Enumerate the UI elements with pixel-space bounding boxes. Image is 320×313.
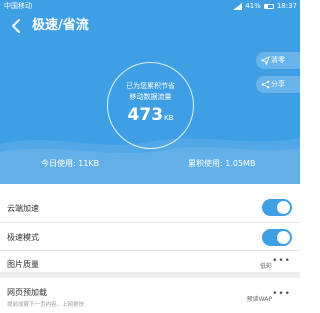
back-arrow-icon[interactable] <box>7 16 27 36</box>
share-icon <box>261 80 270 89</box>
send-icon <box>261 56 270 65</box>
clock: 18:37 <box>276 2 297 10</box>
signal-icon <box>233 2 243 10</box>
clear-button-label: 清零 <box>271 56 285 64</box>
saved-amount-unit: KB <box>164 114 174 122</box>
battery-percent: 41% <box>245 2 261 10</box>
speed-mode-toggle[interactable] <box>262 229 292 246</box>
battery-icon <box>263 3 274 9</box>
saved-caption-1: 已为您累积节省 <box>126 82 175 90</box>
title-bar: 极速/省流 <box>0 12 300 40</box>
preload-label: 网页预加载 <box>7 288 47 297</box>
total-usage: 累积使用: 1.05MB <box>188 159 256 168</box>
status-bar: 中国移动 41% 18:37 <box>0 0 300 12</box>
savings-panel: 已为您累积节省 移动数据流量 473KB 清零 分享 今日使用: 11KB 累积… <box>0 40 300 184</box>
toggle-knob <box>277 231 290 244</box>
clear-button[interactable]: 清零 <box>256 52 300 69</box>
cloud-accel-toggle[interactable] <box>262 199 292 216</box>
saved-amount: 473KB <box>108 105 193 125</box>
saved-caption-2: 移动数据流量 <box>129 93 172 101</box>
share-button[interactable]: 分享 <box>256 76 300 93</box>
page-title: 极速/省流 <box>32 18 89 33</box>
saved-amount-number: 473 <box>127 105 164 125</box>
speed-mode-row[interactable]: 极速模式 <box>0 223 300 251</box>
preload-value: 预读WAP <box>246 296 272 303</box>
share-button-label: 分享 <box>271 80 285 88</box>
cloud-accel-row[interactable]: 云端加速 <box>0 192 300 223</box>
cloud-accel-label: 云端加速 <box>7 204 39 213</box>
speed-mode-label: 极速模式 <box>7 233 39 242</box>
more-icon[interactable]: ••• <box>272 289 291 299</box>
carrier-label: 中国移动 <box>4 2 32 10</box>
status-icons: 41% 18:37 <box>233 0 297 12</box>
toggle-knob <box>277 201 290 214</box>
today-usage: 今日使用: 11KB <box>41 159 100 168</box>
preload-row[interactable]: 网页预加载 提前加载下一页内容，上网更快 预读WAP ••• <box>0 283 300 313</box>
preload-description: 提前加载下一页内容，上网更快 <box>7 302 85 308</box>
image-quality-label: 图片质量 <box>7 260 39 269</box>
image-quality-row[interactable]: 图片质量 低彩 ••• <box>0 251 300 278</box>
image-quality-value: 低彩 <box>259 263 272 270</box>
savings-circle: 已为您累积节省 移动数据流量 473KB <box>107 62 194 149</box>
more-icon[interactable]: ••• <box>272 256 291 266</box>
